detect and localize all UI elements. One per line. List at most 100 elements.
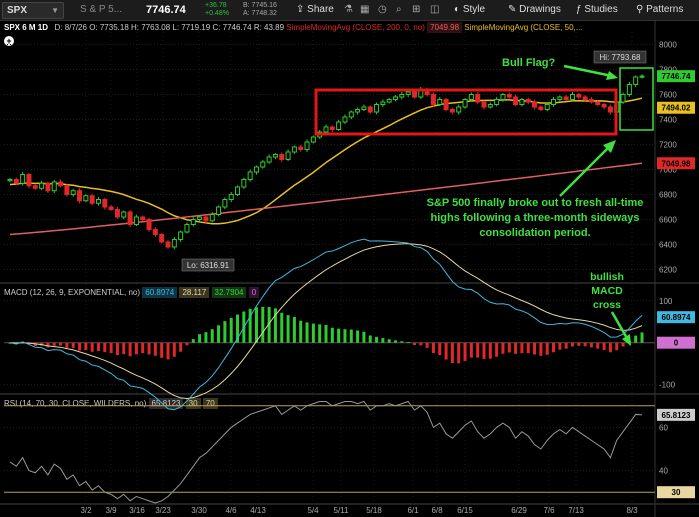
candle-body [525, 99, 531, 103]
macd-histogram-bar [356, 330, 360, 343]
share-button[interactable]: ⇪ Share [296, 0, 334, 20]
candle-body [462, 99, 468, 108]
candle-body [588, 99, 594, 103]
candle-body [222, 199, 228, 208]
rsi-header: RSI (14, 70, 30, CLOSE, WILDERS, no) 65.… [4, 398, 218, 409]
macd-histogram-bar [223, 321, 227, 343]
style-button[interactable]: ◐ Style [454, 0, 485, 20]
macd-histogram-bar [476, 342, 480, 358]
macd-histogram-bar [141, 342, 145, 354]
macd-value-label: 60.8974 [662, 313, 691, 322]
zoom-icon[interactable]: ⌕ [396, 0, 402, 20]
price-tick-label: 7400 [659, 116, 677, 125]
macd-histogram-bar [533, 342, 537, 355]
candle-body [393, 96, 399, 100]
candle-body [532, 101, 538, 108]
bull-flag-annotation: Bull Flag? [502, 57, 555, 69]
collapse-plus-icon[interactable]: + [4, 36, 14, 46]
macd-histogram-bar [103, 342, 107, 353]
time-tick-label: 4/13 [250, 506, 266, 515]
candle-body [614, 101, 620, 113]
candle-body [355, 109, 361, 113]
macd-histogram-bar [147, 342, 151, 355]
macd-histogram-bar [115, 342, 119, 356]
flask-icon[interactable]: ⚗ [344, 0, 353, 20]
candle-body [601, 104, 607, 108]
candle-body [633, 76, 639, 85]
candle-body [32, 185, 38, 189]
macd-value-box [657, 336, 695, 349]
candle-body [336, 121, 342, 130]
macd-cross-arrow [610, 311, 630, 341]
candle-body [127, 211, 133, 225]
macd-histogram-bar [615, 342, 619, 351]
grid-icon[interactable]: ⊞ [412, 0, 420, 20]
macd-histogram-bar [419, 342, 423, 346]
macd-histogram-bar [577, 342, 581, 346]
price-label-box [657, 70, 695, 83]
time-tick-label: 7/6 [543, 506, 555, 515]
macd-histogram-bar [59, 342, 63, 346]
clock-icon[interactable]: ◷ [378, 0, 387, 20]
studies-button[interactable]: ƒ Studies [576, 0, 618, 20]
symbol-selector[interactable]: SPX ▼ [2, 2, 64, 19]
macd-histogram-bar [425, 342, 429, 348]
calendar-icon[interactable]: ▦ [360, 0, 369, 20]
rsi-os-value: 70 [202, 398, 218, 409]
symbol-label: SPX [7, 5, 28, 16]
macd-zero-value: 0 [248, 287, 260, 298]
macd-histogram-bar [507, 342, 511, 353]
rsi-value-label: 30 [672, 488, 681, 497]
candle-body [620, 94, 626, 103]
ohlc-date: D: 8/7/26 [54, 23, 87, 32]
macd-histogram-bar [634, 335, 638, 343]
time-tick-label: 6/1 [407, 506, 419, 515]
candle-body [114, 209, 120, 218]
candle-body [152, 229, 158, 235]
macd-histogram-bar [27, 342, 31, 345]
candle-body [121, 211, 127, 218]
patterns-icon: ⚲ [636, 4, 647, 15]
bull-flag-arrow [563, 64, 613, 78]
candle-body [430, 94, 436, 105]
time-tick-label: 3/16 [129, 506, 145, 515]
chart-title: SPX 6 M 1D [4, 23, 49, 32]
layout-icon[interactable]: ◫ [430, 0, 439, 20]
ohlc-open: O: 7735.18 [89, 23, 129, 32]
macd-histogram-bar [343, 329, 347, 343]
breakout-annotation-line2: highs following a three-month sideways [430, 212, 639, 224]
candle-body [216, 206, 222, 215]
price-tick-label: 7600 [659, 91, 677, 100]
candle-body [70, 190, 76, 195]
macd-cross-annotation-line3: cross [593, 299, 621, 311]
candle-body [146, 219, 152, 230]
macd-histogram-bar [84, 342, 88, 351]
macd-histogram-bar [457, 342, 461, 364]
macd-histogram-bar [305, 322, 309, 343]
time-tick-label: 6/29 [511, 506, 527, 515]
time-tick-label: 6/8 [431, 506, 443, 515]
rsi-ob-value: 30 [185, 398, 201, 409]
candle-body [235, 186, 241, 195]
candle-body [279, 154, 285, 160]
candle-body [272, 154, 278, 158]
drawings-button[interactable]: ✎ Drawings [508, 0, 561, 20]
macd-histogram-bar [412, 342, 416, 346]
macd-histogram-bar [545, 342, 549, 355]
macd-histogram-bar [65, 342, 69, 348]
candle-body [133, 216, 139, 225]
hi-callout: Hi: 7793.68 [600, 53, 641, 62]
candle-body [83, 195, 89, 202]
candle-body [285, 151, 291, 160]
candle-body [519, 99, 525, 105]
chart-canvas[interactable]: 6200640066006800700072007400760078008000… [0, 0, 699, 517]
breakout-arrowhead [603, 140, 616, 153]
candle-body [13, 179, 19, 184]
macd-histogram-bar [368, 335, 372, 343]
style-icon: ◐ [454, 4, 463, 15]
patterns-button[interactable]: ⚲ Patterns [636, 0, 683, 20]
candle-body [95, 199, 101, 204]
candle-body [260, 161, 266, 168]
macd-histogram-bar [90, 342, 94, 352]
macd-histogram-bar [375, 336, 379, 343]
